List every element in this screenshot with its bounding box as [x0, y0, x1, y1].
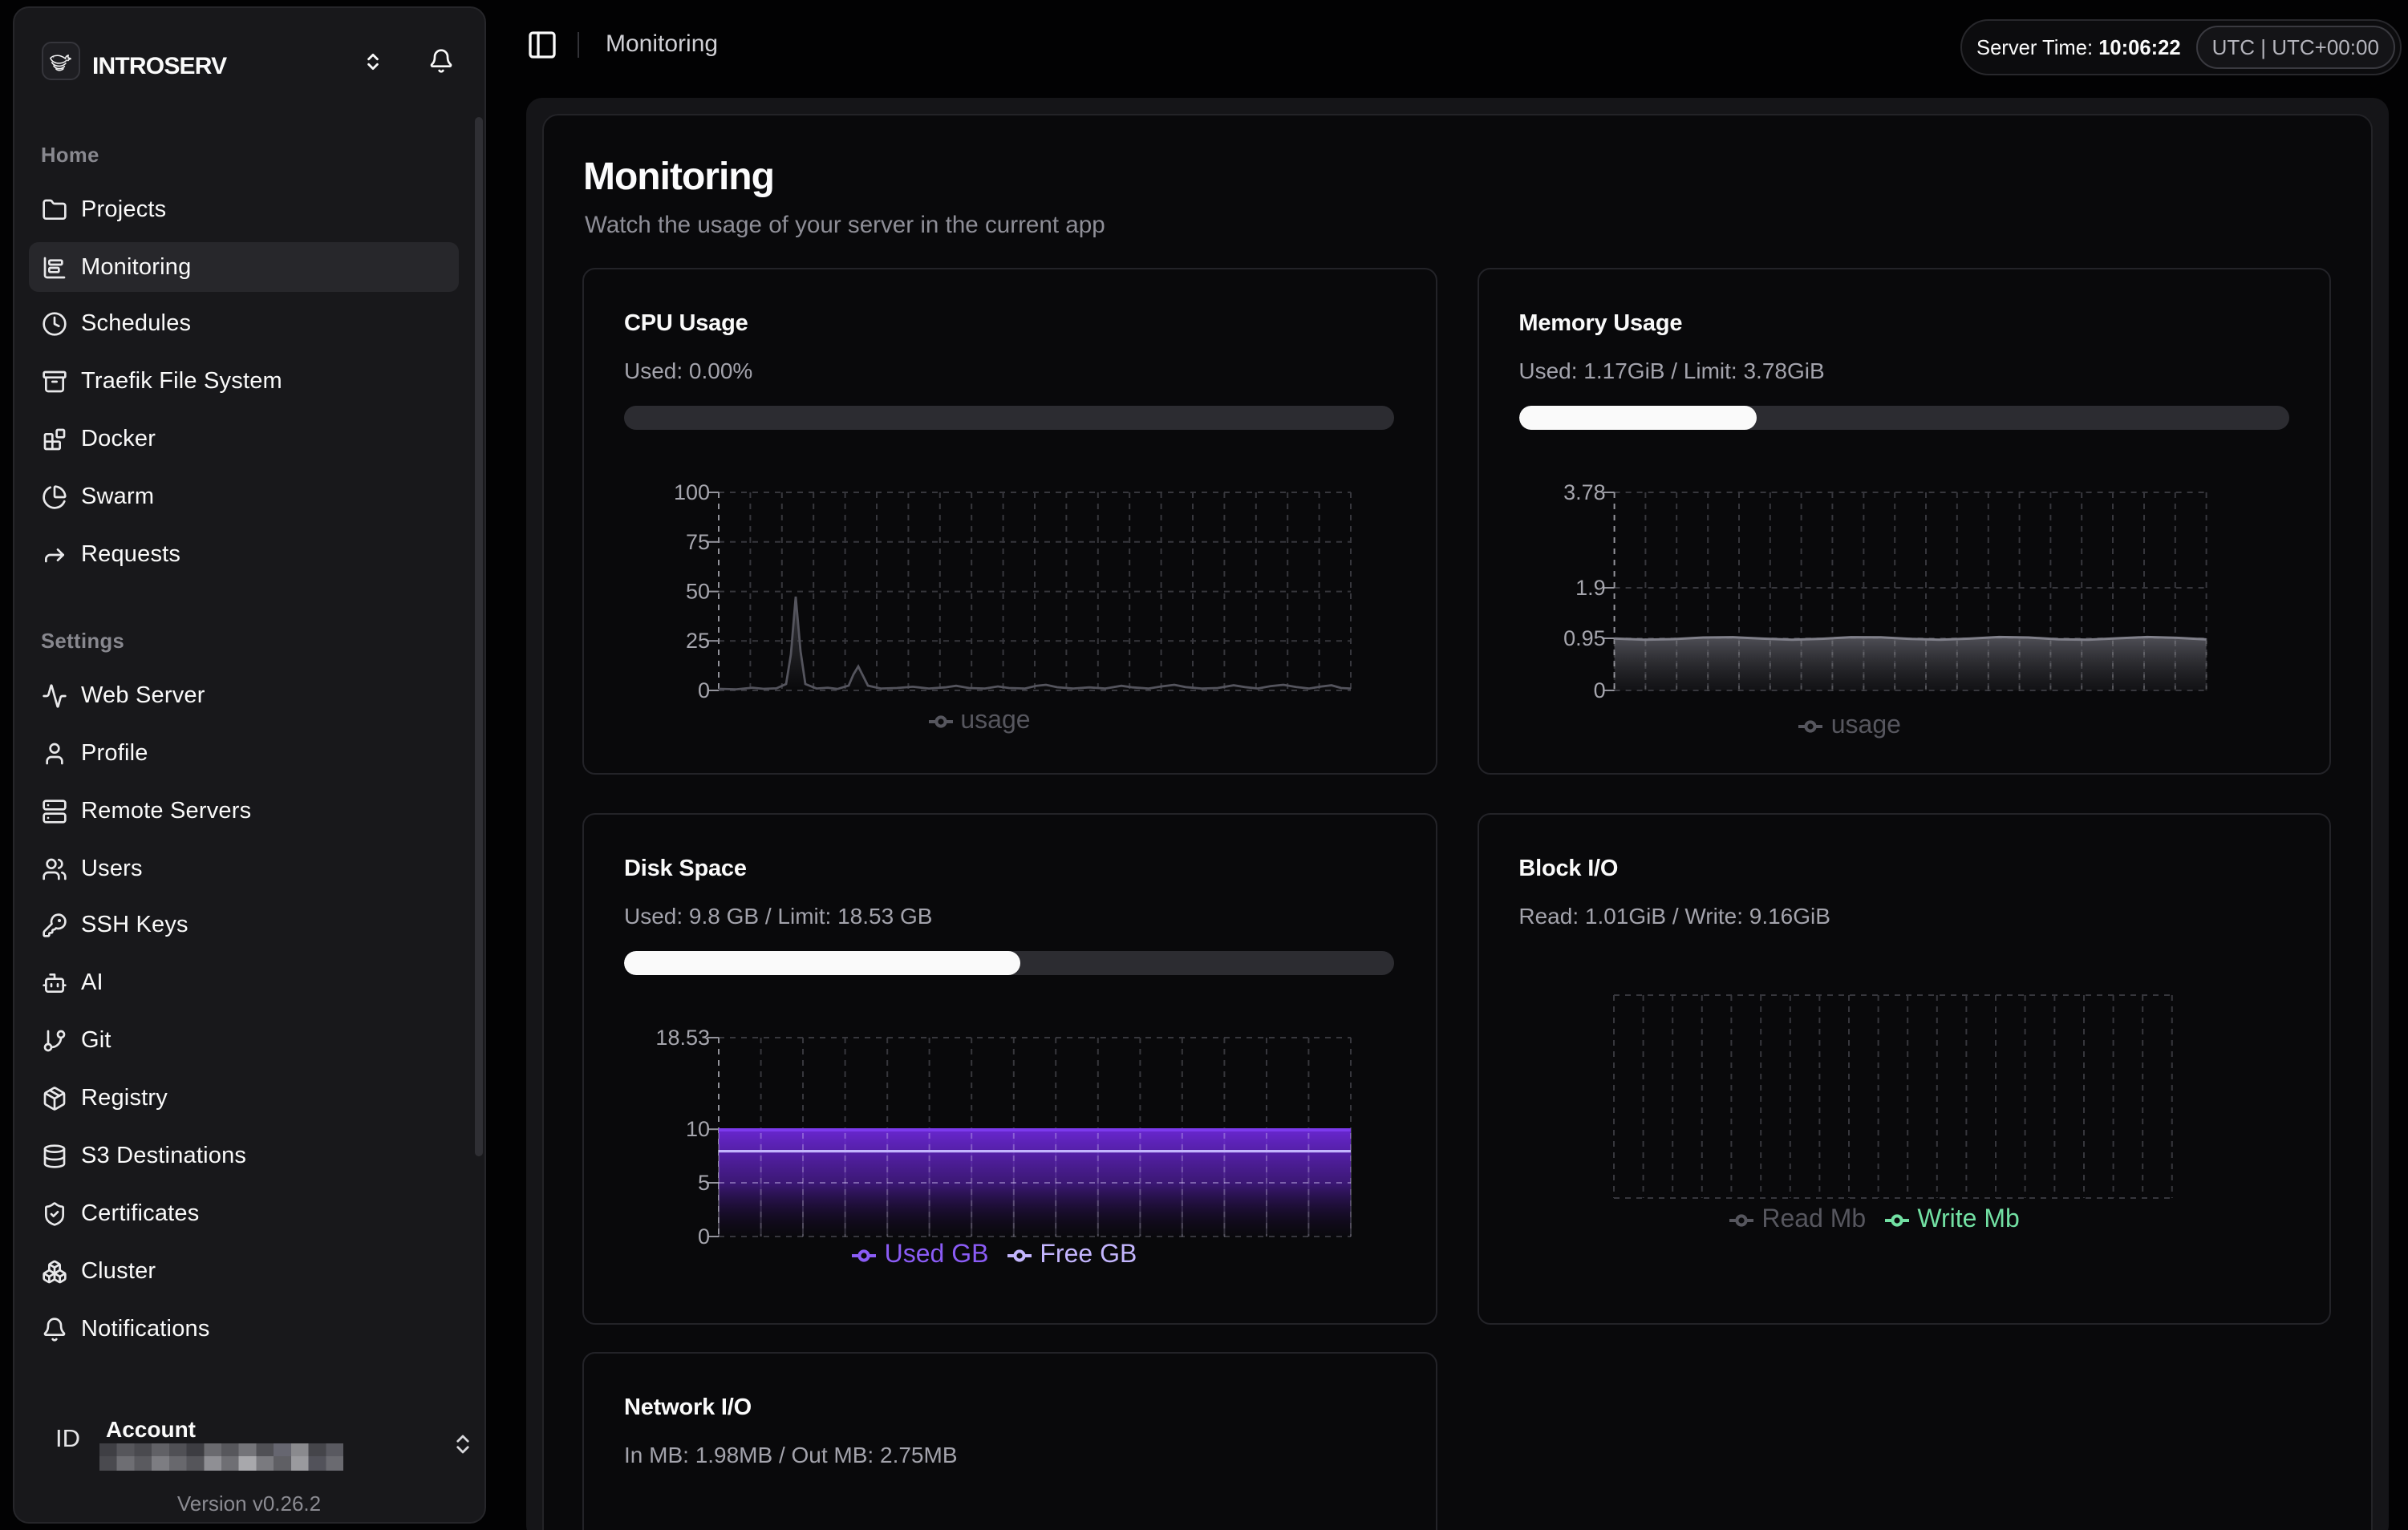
svg-text:25: 25 [686, 629, 710, 653]
svg-text:3.78: 3.78 [1563, 480, 1605, 504]
svg-text:0.95: 0.95 [1563, 626, 1605, 650]
svg-text:0: 0 [698, 678, 710, 702]
svg-text:100: 100 [674, 480, 710, 504]
svg-text:10: 10 [686, 1117, 710, 1141]
svg-text:5: 5 [698, 1171, 710, 1195]
svg-text:50: 50 [686, 580, 710, 604]
svg-text:75: 75 [686, 530, 710, 554]
svg-text:0: 0 [1593, 678, 1605, 702]
svg-text:18.53: 18.53 [655, 1026, 710, 1050]
svg-text:1.9: 1.9 [1575, 576, 1605, 600]
svg-text:0: 0 [698, 1224, 710, 1249]
